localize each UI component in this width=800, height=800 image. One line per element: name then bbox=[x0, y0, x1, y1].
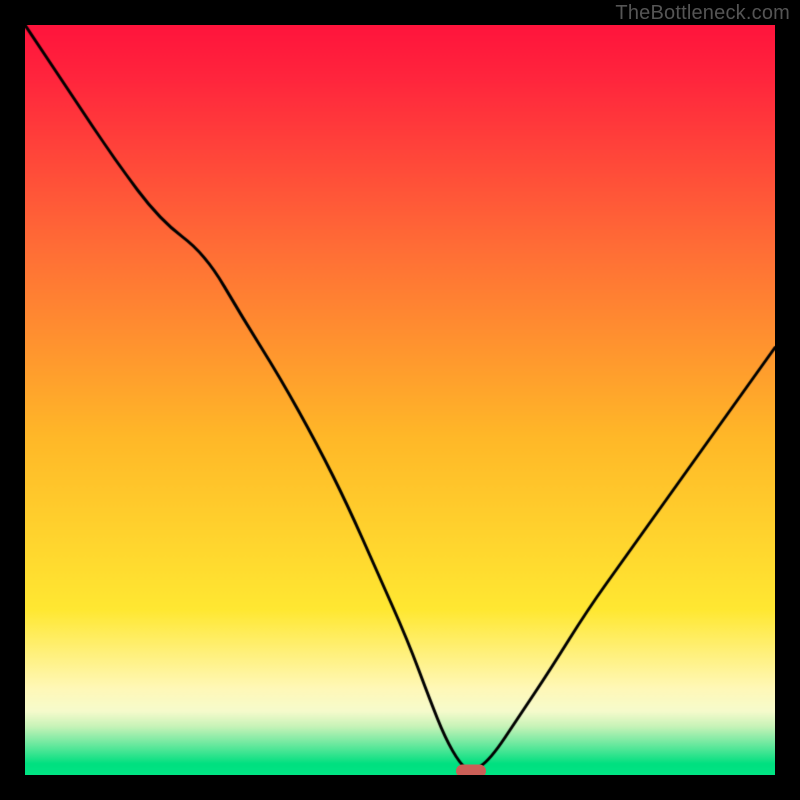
plot-canvas bbox=[25, 25, 775, 775]
watermark-text: TheBottleneck.com bbox=[615, 2, 790, 25]
optimum-marker bbox=[456, 765, 486, 775]
chart-frame: TheBottleneck.com bbox=[0, 0, 800, 800]
plot-area bbox=[25, 25, 775, 775]
